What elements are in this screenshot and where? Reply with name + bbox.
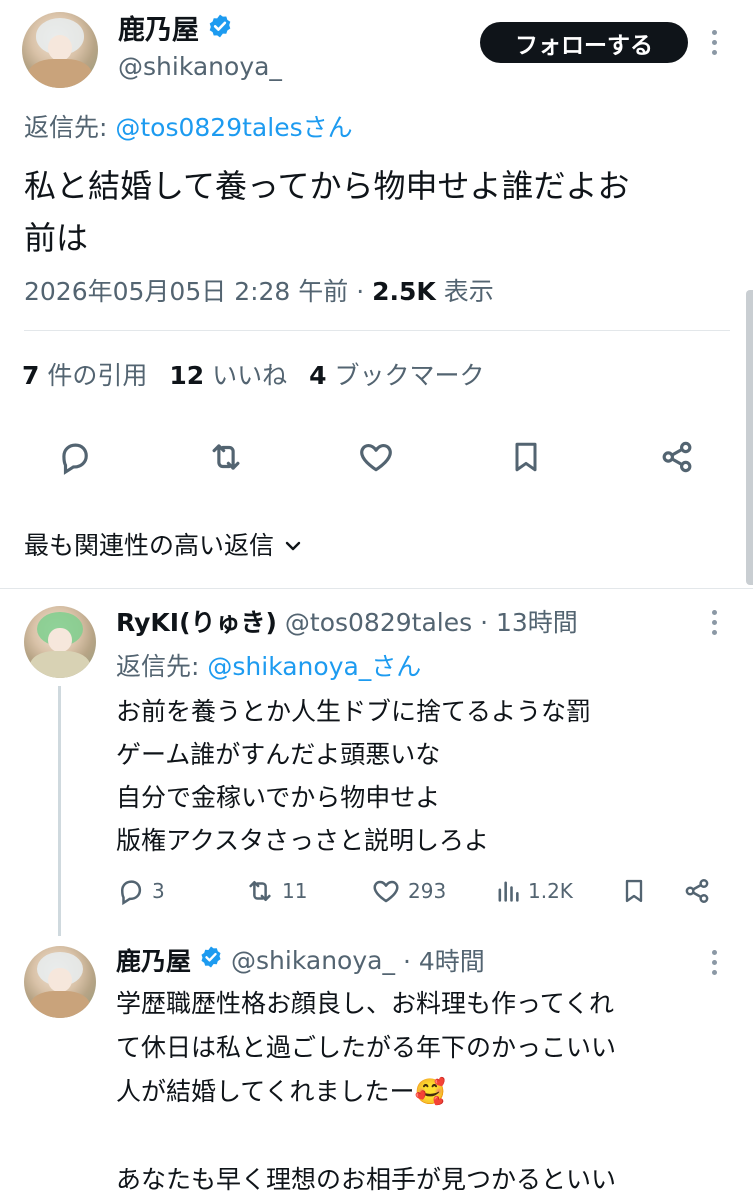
reply-icon[interactable]: [56, 438, 94, 476]
retweet-icon: [249, 881, 271, 901]
share-icon: [685, 879, 709, 903]
thread-line: [58, 686, 61, 936]
scrollbar-thumb[interactable]: [746, 290, 753, 585]
like-icon[interactable]: [356, 438, 396, 476]
reply-actions: 3 11 293 1.2K: [116, 876, 716, 908]
reply-text-line: あなたも早く理想のお相手が見つかるといい: [116, 1165, 617, 1194]
chevron-down-icon: [284, 530, 302, 559]
timestamp[interactable]: 2026年05月05日 2:28 午前 ·: [24, 277, 372, 306]
author-handle[interactable]: @shikanoya_: [118, 52, 282, 81]
reply-text-line: 自分で金稼いでから物申せよ: [116, 783, 441, 812]
reply-to-line: 返信先: @shikanoya_さん: [116, 652, 422, 681]
bookmarks-stat[interactable]: 4 ブックマーク: [309, 356, 484, 392]
reply-header: 鹿乃屋 @shikanoya_ · 4時間: [116, 942, 485, 978]
reply-to-link[interactable]: @shikanoya_さん: [207, 652, 421, 681]
verified-badge-icon: [207, 13, 233, 43]
sort-label: 最も関連性の高い返信: [24, 531, 275, 560]
reply-avatar[interactable]: [24, 606, 96, 678]
author-name-row[interactable]: 鹿乃屋: [118, 8, 233, 47]
reply-share-button[interactable]: [682, 876, 712, 906]
reply-time[interactable]: · 13時間: [480, 608, 578, 637]
reply-to-link[interactable]: @tos0829talesさん: [115, 113, 352, 142]
author-avatar[interactable]: [22, 12, 98, 88]
section-divider: [0, 588, 753, 589]
like-icon: [373, 880, 399, 903]
reply-text-line: お前を養うとか人生ドブに捨てるような罰: [116, 697, 592, 726]
reply-avatar[interactable]: [24, 946, 96, 1018]
verified-badge-icon: [199, 945, 223, 975]
views-count-button[interactable]: 1.2K: [494, 876, 573, 906]
likes-stat[interactable]: 12 いいね: [169, 356, 287, 392]
retweet-count-button[interactable]: 11: [244, 876, 307, 906]
reply-count-button[interactable]: 3: [116, 876, 165, 906]
reply-sort-dropdown[interactable]: 最も関連性の高い返信: [24, 526, 302, 562]
reply-author-handle[interactable]: @shikanoya_: [231, 946, 395, 975]
reply-text-line: 人が結婚してくれましたー🥰: [116, 1077, 446, 1106]
reply-text-line: [116, 1114, 616, 1158]
bookmark-icon[interactable]: [508, 438, 544, 476]
reply-text-line: て休日は私と過ごしたがる年下のかっこいい: [116, 1033, 617, 1062]
reply-text: 学歴職歴性格お顔良し、お料理も作ってくれ て休日は私と過ごしたがる年下のかっこい…: [116, 982, 616, 1202]
reply-text-line: ゲーム誰がすんだよ頭悪いな: [116, 740, 441, 769]
follow-button[interactable]: フォローする: [480, 22, 688, 63]
reply-text: お前を養うとか人生ドブに捨てるような罰 ゲーム誰がすんだよ頭悪いな 自分で金稼い…: [116, 690, 591, 862]
tweet-timestamp-row: 2026年05月05日 2:28 午前 · 2.5K 表示: [24, 272, 494, 308]
views-icon: [498, 881, 519, 902]
view-label: 表示: [435, 277, 494, 306]
tweet-text-line: 私と結婚して養ってから物申せよ誰だよお: [24, 167, 630, 205]
tweet-text-line: 前は: [24, 219, 89, 257]
more-options-icon[interactable]: [712, 30, 718, 56]
reply-more-icon[interactable]: [712, 610, 718, 636]
reply-text-line: 学歴職歴性格お顔良し、お料理も作ってくれ: [116, 989, 615, 1018]
reply-to-line: 返信先: @tos0829talesさん: [24, 108, 353, 144]
like-count-button[interactable]: 293: [370, 876, 446, 906]
reply-icon: [120, 880, 142, 906]
reply-author-handle[interactable]: @tos0829tales: [285, 608, 472, 637]
view-count: 2.5K: [372, 277, 436, 306]
quotes-stat[interactable]: 7 件の引用: [22, 356, 147, 392]
reply-to-prefix: 返信先:: [24, 113, 116, 142]
share-icon[interactable]: [658, 438, 696, 476]
reply-text-line: 版権アクスタさっさと説明しろよ: [116, 826, 490, 855]
reply-time[interactable]: · 4時間: [403, 942, 485, 978]
reply-author-name[interactable]: 鹿乃屋: [116, 942, 191, 978]
author-name[interactable]: 鹿乃屋: [118, 8, 199, 47]
bookmark-icon: [625, 879, 643, 903]
reply-bookmark-button[interactable]: [620, 876, 648, 906]
reply-more-icon[interactable]: [712, 950, 718, 976]
engagement-stats: 7 件の引用 12 いいね 4 ブックマーク: [22, 356, 484, 392]
reply-header: RyKI(りゅき) @tos0829tales · 13時間: [116, 603, 578, 639]
retweet-icon[interactable]: [206, 438, 246, 476]
reply-author-name[interactable]: RyKI(りゅき): [116, 608, 277, 637]
divider: [24, 330, 730, 331]
tweet-text: 私と結婚して養ってから物申せよ誰だよお 前は: [24, 160, 629, 264]
